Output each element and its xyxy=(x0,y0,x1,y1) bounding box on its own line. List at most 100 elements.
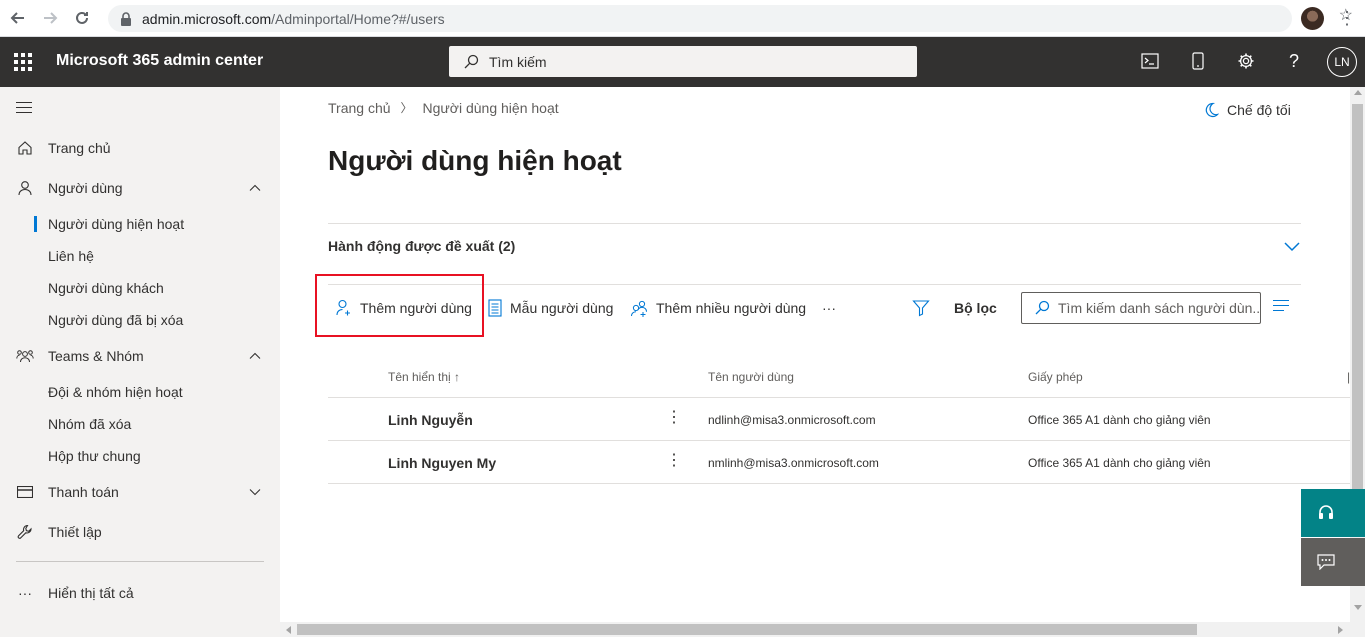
add-multiple-users-button[interactable]: Thêm nhiều người dùng xyxy=(630,297,806,319)
nav-item-label: Người dùng hiện hoạt xyxy=(48,216,185,232)
dark-mode-label: Chế độ tối xyxy=(1227,102,1291,118)
filter-icon xyxy=(912,300,930,317)
cell-license: Office 365 A1 dành cho giảng viên xyxy=(1028,413,1211,427)
wrench-icon xyxy=(16,523,34,541)
nav-item-label: Nhóm đã xóa xyxy=(48,416,132,432)
scrollbar-thumb[interactable] xyxy=(297,624,1197,635)
filter-button[interactable]: Bộ lọc xyxy=(912,297,997,319)
scroll-right-arrow[interactable] xyxy=(1338,626,1343,634)
chevron-up-icon[interactable] xyxy=(248,181,262,195)
user-templates-button[interactable]: Mẫu người dùng xyxy=(488,297,613,319)
global-search-placeholder: Tìm kiếm xyxy=(489,53,547,70)
nav-item-deleted-users[interactable]: Người dùng đã bị xóa xyxy=(0,304,280,336)
nav-item-shared-mailboxes[interactable]: Hộp thư chung xyxy=(0,440,280,472)
browser-menu-icon[interactable]: ⋮ xyxy=(1338,9,1356,27)
people-group-icon xyxy=(16,347,34,365)
nav-item-label: Hộp thư chung xyxy=(48,448,141,464)
credit-card-icon xyxy=(16,483,34,501)
cell-display-name[interactable]: Linh Nguyễn xyxy=(388,412,473,428)
scroll-down-arrow[interactable] xyxy=(1354,605,1362,610)
nav-item-label: Người dùng đã bị xóa xyxy=(48,312,184,328)
nav-item-billing[interactable]: Thanh toán xyxy=(0,476,280,508)
user-list-search-placeholder: Tìm kiếm danh sách người dùn... xyxy=(1058,300,1261,316)
scroll-up-arrow[interactable] xyxy=(1354,90,1362,95)
search-icon xyxy=(1035,300,1050,315)
moon-icon xyxy=(1205,102,1219,118)
nav-item-label: Liên hệ xyxy=(48,248,94,264)
nav-item-users[interactable]: Người dùng xyxy=(0,172,280,204)
app-launcher-icon[interactable] xyxy=(14,53,32,71)
nav-item-label: Trang chủ xyxy=(48,140,111,156)
add-multiple-users-label: Thêm nhiều người dùng xyxy=(656,300,807,316)
nav-item-show-all[interactable]: ··· Hiển thị tất cả xyxy=(0,577,280,609)
add-people-icon xyxy=(631,300,647,317)
scrollbar-thumb[interactable] xyxy=(1352,104,1363,494)
nav-item-deleted-groups[interactable]: Nhóm đã xóa xyxy=(0,408,280,440)
table-row[interactable]: Linh Nguyễn ⋮ ndlinh@misa3.onmicrosoft.c… xyxy=(328,398,1350,441)
nav-item-contacts[interactable]: Liên hệ xyxy=(0,240,280,272)
main-content: Trang chủ 〉 Người dùng hiện hoạt Chế độ … xyxy=(280,87,1350,622)
nav-item-setup[interactable]: Thiết lập xyxy=(0,516,280,548)
column-header-username[interactable]: Tên người dùng xyxy=(708,370,794,384)
browser-toolbar: admin.microsoft.com/Adminportal/Home?#/u… xyxy=(0,0,1365,37)
scroll-left-arrow[interactable] xyxy=(286,626,291,634)
suggested-actions-header[interactable]: Hành động được đề xuất (2) xyxy=(328,238,515,254)
feedback-button-edge xyxy=(1350,538,1365,586)
chevron-up-icon[interactable] xyxy=(248,349,262,363)
feedback-button[interactable] xyxy=(1301,538,1350,586)
address-bar[interactable]: admin.microsoft.com/Adminportal/Home?#/u… xyxy=(108,5,1292,32)
chevron-down-icon[interactable] xyxy=(1283,237,1301,255)
left-navigation: Trang chủ Người dùng Người dùng hiện hoạ… xyxy=(0,87,280,637)
add-user-button[interactable]: Thêm người dùng xyxy=(336,297,472,319)
url-path: /Adminportal/Home?#/users xyxy=(271,10,445,27)
more-dots-icon: ··· xyxy=(18,585,32,601)
back-icon[interactable] xyxy=(4,4,32,32)
global-search-input[interactable]: Tìm kiếm xyxy=(449,46,917,77)
mobile-device-icon[interactable] xyxy=(1186,49,1210,73)
nav-item-teams-groups[interactable]: Teams & Nhóm xyxy=(0,340,280,372)
column-header-license[interactable]: Giấy phép xyxy=(1028,370,1083,384)
headset-icon xyxy=(1318,505,1333,519)
horizontal-scrollbar[interactable] xyxy=(280,622,1365,637)
user-avatar[interactable]: LN xyxy=(1327,47,1357,77)
chat-feedback-icon xyxy=(1316,554,1335,570)
page-title: Người dùng hiện hoạt xyxy=(328,145,622,176)
view-options-icon[interactable] xyxy=(1273,300,1289,315)
app-title[interactable]: Microsoft 365 admin center xyxy=(56,52,263,70)
nav-item-active-users[interactable]: Người dùng hiện hoạt xyxy=(0,208,280,240)
nav-item-guest-users[interactable]: Người dùng khách xyxy=(0,272,280,304)
nav-divider xyxy=(16,561,264,562)
terminal-icon[interactable] xyxy=(1138,49,1162,73)
chevron-right-icon: 〉 xyxy=(400,101,413,115)
browser-profile-avatar[interactable] xyxy=(1301,7,1324,30)
breadcrumb: Trang chủ 〉 Người dùng hiện hoạt xyxy=(328,99,559,116)
breadcrumb-home[interactable]: Trang chủ xyxy=(328,100,391,116)
user-list-search-input[interactable]: Tìm kiếm danh sách người dùn... xyxy=(1021,292,1261,324)
help-support-button[interactable] xyxy=(1301,489,1350,537)
cell-display-name[interactable]: Linh Nguyen My xyxy=(388,455,496,471)
row-more-icon[interactable]: ⋮ xyxy=(666,409,682,427)
table-row[interactable]: Linh Nguyen My ⋮ nmlinh@misa3.onmicrosof… xyxy=(328,441,1350,484)
nav-item-active-teams[interactable]: Đội & nhóm hiện hoạt xyxy=(0,376,280,408)
collapse-nav-icon[interactable] xyxy=(16,102,32,117)
nav-item-label: Người dùng xyxy=(48,180,123,196)
cell-license: Office 365 A1 dành cho giảng viên xyxy=(1028,456,1211,470)
document-list-icon xyxy=(488,299,502,317)
row-more-icon[interactable]: ⋮ xyxy=(666,452,682,470)
nav-item-label: Hiển thị tất cả xyxy=(48,585,134,601)
nav-item-label: Teams & Nhóm xyxy=(48,348,144,364)
chevron-down-icon[interactable] xyxy=(248,485,262,499)
more-commands-button[interactable]: ··· xyxy=(822,297,836,319)
reload-icon[interactable] xyxy=(68,4,96,32)
url-host: admin.microsoft.com xyxy=(142,10,272,27)
help-button-edge xyxy=(1350,489,1365,537)
help-icon[interactable]: ? xyxy=(1282,49,1306,73)
dark-mode-toggle[interactable]: Chế độ tối xyxy=(1203,102,1291,118)
search-icon xyxy=(464,54,479,68)
settings-gear-icon[interactable] xyxy=(1234,49,1258,73)
nav-item-home[interactable]: Trang chủ xyxy=(0,132,280,164)
forward-icon[interactable] xyxy=(36,4,64,32)
user-templates-label: Mẫu người dùng xyxy=(510,300,614,316)
filter-label: Bộ lọc xyxy=(954,300,997,316)
column-header-display-name[interactable]: Tên hiển thị ↑ xyxy=(388,370,460,384)
